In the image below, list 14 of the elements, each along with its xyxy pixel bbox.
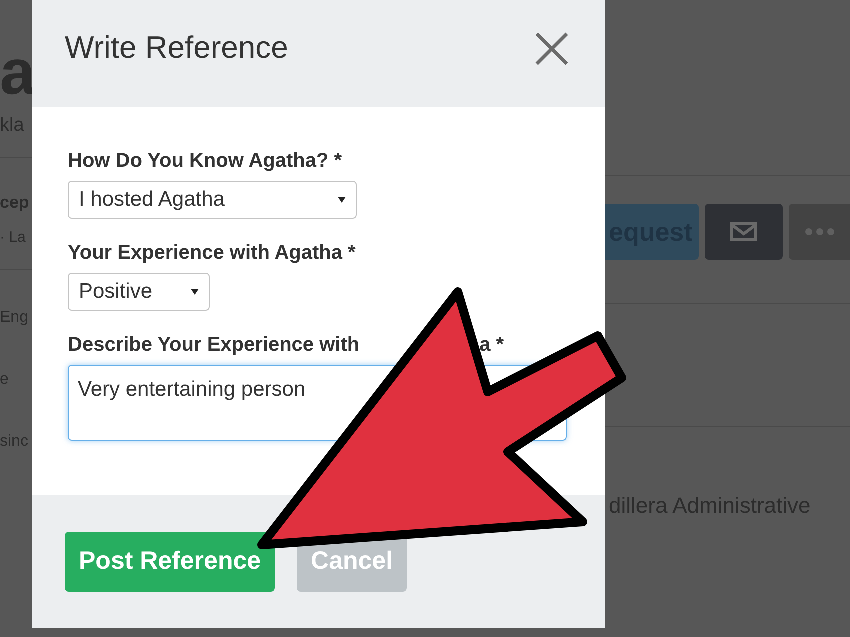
dropdown[interactable]: I hosted Agatha [68,181,357,219]
field-label: Your Experience with Agatha * [68,241,356,266]
modal-title: Write Reference [65,29,288,68]
caret-icon [191,289,199,295]
mail-button[interactable] [705,204,783,260]
more-icon [804,228,834,236]
close-icon [535,32,569,66]
field-label: Describe Your Experience with [68,333,360,358]
dropdown[interactable]: Positive [68,273,210,311]
more-button[interactable] [789,204,850,260]
caret-icon [338,197,346,203]
field-label: a * [480,333,504,358]
envelope-icon [730,222,758,242]
field-label: How Do You Know Agatha? * [68,149,342,174]
